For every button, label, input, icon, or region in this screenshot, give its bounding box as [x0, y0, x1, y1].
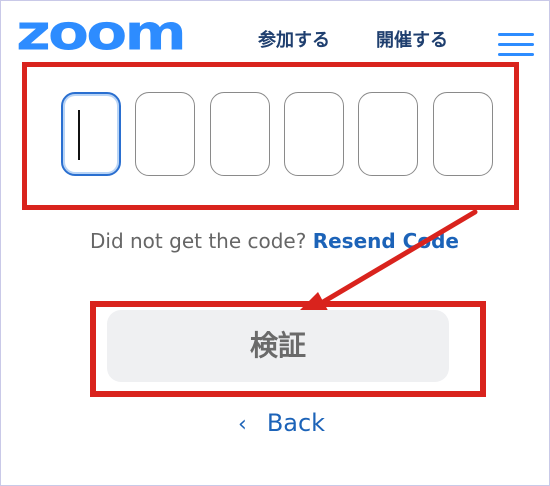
chevron-left-icon: ‹: [238, 412, 247, 437]
back-link[interactable]: ‹ Back: [238, 408, 325, 440]
code-digit-5[interactable]: [358, 92, 418, 176]
code-digit-6[interactable]: [433, 92, 493, 176]
zoom-logo[interactable]: zoom: [16, 9, 187, 58]
code-digit-4[interactable]: [284, 92, 344, 176]
nav-join-link[interactable]: 参加する: [258, 30, 330, 52]
code-digit-3[interactable]: [210, 92, 270, 176]
menu-bar: [498, 33, 534, 36]
back-label: Back: [266, 409, 326, 437]
menu-bar: [498, 43, 534, 46]
menu-bar: [498, 53, 534, 56]
hamburger-menu-icon[interactable]: [498, 33, 534, 59]
resend-row: Did not get the code? Resend Code: [90, 228, 459, 254]
nav-host-link[interactable]: 開催する: [376, 30, 448, 52]
resend-code-link[interactable]: Resend Code: [313, 229, 459, 253]
verify-button[interactable]: 検証: [107, 310, 449, 382]
resend-prompt: Did not get the code?: [90, 229, 307, 253]
code-digit-2[interactable]: [135, 92, 195, 176]
code-digit-1[interactable]: [61, 92, 121, 176]
text-cursor: [78, 110, 80, 160]
